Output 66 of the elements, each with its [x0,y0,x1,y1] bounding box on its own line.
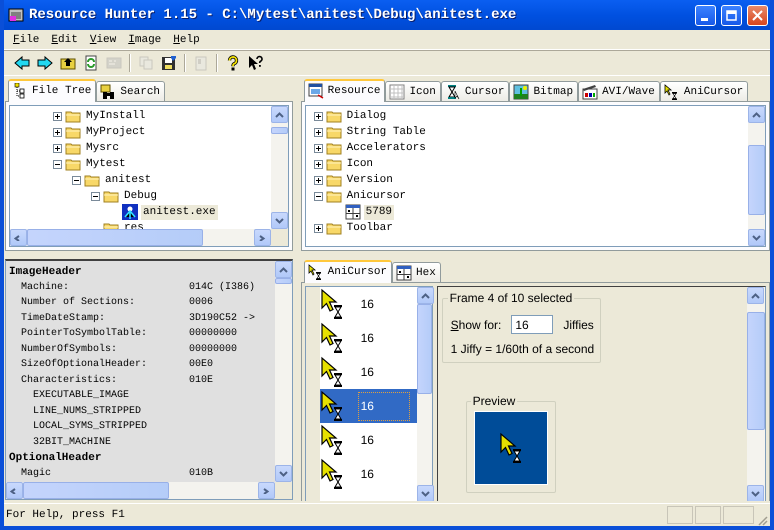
field-value: 010B [189,468,214,479]
tree-item[interactable]: anitest.exe [141,204,218,220]
flag-label: LINE_NUMS_STRIPPED [33,406,142,417]
field-label: Machine: [21,282,70,293]
field-label: TimeDateStamp: [21,312,106,324]
tab[interactable]: AVI/Wave [578,81,660,101]
field-label: Characteristics: [21,374,118,386]
tree-item[interactable]: 5789 [364,204,394,220]
frame-row[interactable]: 16 [320,321,417,355]
field-value: 00E0 [189,359,214,370]
field-value: 010E [189,374,214,386]
field-label: NumberOfSymbols: [21,344,118,355]
menu-item[interactable]: View [84,34,122,46]
tab[interactable]: Bitmap [509,81,578,101]
tab[interactable]: Icon [385,81,441,101]
flag-label: EXECUTABLE_IMAGE [33,390,130,402]
tree-item[interactable]: String Table [344,124,428,140]
tree-item[interactable]: Mytest [84,156,128,172]
tree-item[interactable]: Dialog [344,108,388,124]
frame-row[interactable]: 16 [320,355,417,389]
tree-item[interactable]: anitest [103,172,154,188]
frame-row[interactable]: 16 [320,457,417,491]
field-label: Magic [21,468,52,479]
note-text: 1 Jiffy = 1/60th of a second [450,342,594,356]
group-title: Preview [472,394,516,408]
field-value: 00000000 [189,328,238,340]
duration-field[interactable]: 16 [511,315,554,334]
field-value: 0006 [189,297,214,308]
flag-label: LOCAL_SYMS_STRIPPED [33,421,148,432]
tree-item[interactable]: Anicursor [344,188,408,204]
tree-item[interactable]: MyInstall [84,108,148,124]
menu-item[interactable]: File [7,34,46,46]
tab[interactable]: Search [96,81,166,101]
tree-item[interactable]: MyProject [84,124,148,140]
field-value: 00000000 [189,344,238,355]
tab[interactable]: AniCursor [304,260,392,283]
frame-row[interactable]: 16 [320,389,417,423]
frame-row[interactable]: 16 [320,287,417,321]
tree-item[interactable]: Accelerators [344,140,428,156]
tree-item[interactable]: Debug [122,188,160,204]
field-label: Show for: [450,318,502,332]
unit-label: Jiffies [563,318,594,332]
tab[interactable]: Resource [304,79,386,102]
menu-item[interactable]: Help [167,34,206,46]
tab[interactable]: Cursor [440,81,510,101]
frame-row[interactable]: 16 [320,423,417,457]
group-title: Frame 4 of 10 selected [448,291,574,305]
field-label: Number of Sections: [21,297,136,308]
window-title: Resource Hunter 1.15 - C:\Mytest\anitest\Debug\anitest.exe [29,7,518,23]
tree-item[interactable]: Icon [344,156,376,172]
tab[interactable]: File Tree [8,79,96,102]
tree-item[interactable]: Version [344,172,395,188]
flag-label: 32BIT_MACHINE [33,436,112,448]
status-text: For Help, press F1 [6,509,126,521]
tree-item[interactable]: Toolbar [344,220,395,236]
menu-item[interactable]: Image [122,34,168,46]
field-label: PointerToSymbolTable: [21,328,148,340]
section-heading: OptionalHeader [9,452,102,464]
tab[interactable]: AniCursor [660,81,748,101]
field-value: 3D190C52 -> [189,312,256,324]
tree-item[interactable]: Mysrc [84,140,122,156]
tab[interactable]: Hex [392,262,441,282]
field-label: SizeOfOptionalHeader: [21,359,148,370]
menu-item[interactable]: Edit [45,34,84,46]
field-value: 014C (I386) [189,282,256,293]
section-heading: ImageHeader [9,266,82,278]
